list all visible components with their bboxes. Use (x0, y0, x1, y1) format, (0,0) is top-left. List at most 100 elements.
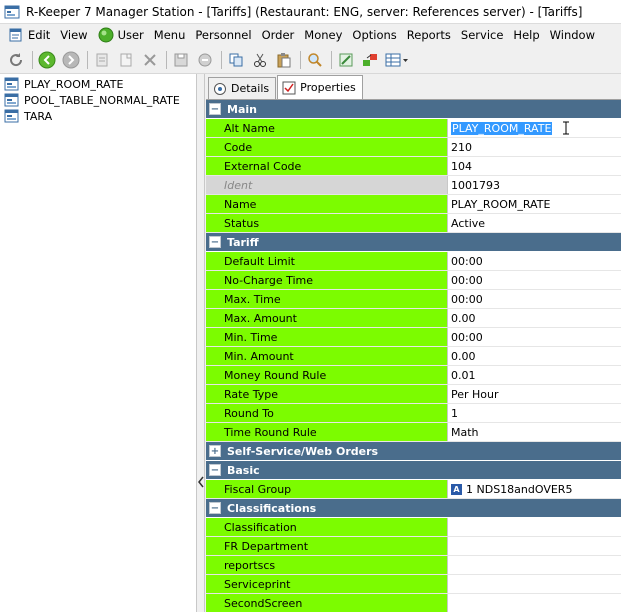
property-row-min-time[interactable]: Min. Time 00:00 (206, 328, 621, 347)
property-value[interactable]: 1 (448, 404, 621, 422)
menu-reports-label: Reports (406, 28, 451, 42)
collapse-left-icon[interactable] (198, 476, 204, 488)
section-main-header[interactable]: − Main (206, 100, 621, 119)
menu-edit[interactable]: Edit (4, 25, 56, 45)
property-row-no-charge-time[interactable]: No-Charge Time 00:00 (206, 271, 621, 290)
tab-properties[interactable]: Properties (277, 75, 363, 99)
property-row-min-amount[interactable]: Min. Amount 0.00 (206, 347, 621, 366)
export-button[interactable] (360, 50, 380, 70)
paste-button[interactable] (274, 50, 294, 70)
property-value[interactable]: 0.00 (448, 309, 621, 327)
property-label: Fiscal Group (206, 480, 448, 498)
menu-help[interactable]: Help (509, 25, 545, 45)
property-row-max-amount[interactable]: Max. Amount 0.00 (206, 309, 621, 328)
property-row-fr-department[interactable]: FR Department (206, 537, 621, 556)
tree-item-label: TARA (24, 109, 53, 123)
menu-user[interactable]: User (94, 25, 150, 45)
property-value[interactable]: Active (448, 214, 621, 232)
tree-item-tara[interactable]: TARA (0, 108, 196, 124)
grid-view-icon (385, 53, 408, 66)
toolbar-separator (331, 50, 332, 69)
property-row-secondscreen[interactable]: SecondScreen (206, 594, 621, 612)
forward-button[interactable] (61, 50, 81, 70)
text-cursor-icon (563, 121, 570, 135)
expand-icon[interactable]: + (209, 445, 221, 457)
property-row-external-code[interactable]: External Code 104 (206, 157, 621, 176)
property-label: Time Round Rule (206, 423, 448, 441)
property-value[interactable]: 00:00 (448, 252, 621, 270)
collapse-icon[interactable]: − (209, 464, 221, 476)
cut-icon (254, 53, 266, 67)
property-row-round-to[interactable]: Round To 1 (206, 404, 621, 423)
menu-order[interactable]: Order (258, 25, 301, 45)
menu-service[interactable]: Service (457, 25, 510, 45)
property-row-serviceprint[interactable]: Serviceprint (206, 575, 621, 594)
property-value[interactable] (448, 518, 621, 536)
menu-options[interactable]: Options (348, 25, 402, 45)
property-row-name[interactable]: Name PLAY_ROOM_RATE (206, 195, 621, 214)
save-button[interactable] (171, 50, 191, 70)
new-doc-button[interactable] (116, 50, 136, 70)
property-value[interactable]: 0.01 (448, 366, 621, 384)
collapse-icon[interactable]: − (209, 103, 221, 115)
property-value[interactable]: Math (448, 423, 621, 441)
property-value-field[interactable]: A 1 NDS18andOVER5 (448, 480, 621, 498)
property-value[interactable] (448, 575, 621, 593)
cancel-button[interactable] (195, 50, 215, 70)
panel-splitter[interactable] (197, 74, 205, 612)
tab-details[interactable]: Details (208, 77, 277, 99)
section-basic-header[interactable]: − Basic (206, 461, 621, 480)
tab-details-label: Details (231, 82, 270, 95)
section-self-service-header[interactable]: + Self-Service/Web Orders (206, 442, 621, 461)
property-row-reportscs[interactable]: reportscs (206, 556, 621, 575)
menu-menu[interactable]: Menu (150, 25, 192, 45)
property-value[interactable]: 00:00 (448, 271, 621, 289)
tools-button[interactable] (336, 50, 356, 70)
property-label: Round To (206, 404, 448, 422)
menu-personnel[interactable]: Personnel (191, 25, 257, 45)
property-row-default-limit[interactable]: Default Limit 00:00 (206, 252, 621, 271)
cut-button[interactable] (250, 50, 270, 70)
property-row-time-round-rule[interactable]: Time Round Rule Math (206, 423, 621, 442)
property-value[interactable]: 00:00 (448, 290, 621, 308)
property-value[interactable]: Per Hour (448, 385, 621, 403)
menu-window[interactable]: Window (546, 25, 601, 45)
property-row-alt-name[interactable]: Alt Name PLAY_ROOM_RATE (206, 119, 621, 138)
search-button[interactable] (305, 50, 325, 70)
property-value[interactable] (448, 556, 621, 574)
property-row-code[interactable]: Code 210 (206, 138, 621, 157)
menu-view[interactable]: View (56, 25, 93, 45)
property-value[interactable]: 210 (448, 138, 621, 156)
section-tariff-header[interactable]: − Tariff (206, 233, 621, 252)
property-value[interactable] (448, 594, 621, 612)
property-value[interactable]: 0.00 (448, 347, 621, 365)
back-button[interactable] (37, 50, 57, 70)
collapse-icon[interactable]: − (209, 236, 221, 248)
refresh-button[interactable] (6, 50, 26, 70)
property-value[interactable] (448, 537, 621, 555)
property-value[interactable]: 104 (448, 157, 621, 175)
tree-item-pool-table-normal-rate[interactable]: POOL_TABLE_NORMAL_RATE (0, 92, 196, 108)
collapse-icon[interactable]: − (209, 502, 221, 514)
property-value: 1001793 (448, 176, 621, 194)
tree-item-play-room-rate[interactable]: PLAY_ROOM_RATE (0, 76, 196, 92)
property-row-fiscal-group[interactable]: Fiscal Group A 1 NDS18andOVER5 (206, 480, 621, 499)
property-value[interactable]: PLAY_ROOM_RATE (448, 195, 621, 213)
copy-button[interactable] (226, 50, 246, 70)
property-row-classification[interactable]: Classification (206, 518, 621, 537)
property-row-status[interactable]: Status Active (206, 214, 621, 233)
property-row-money-round-rule[interactable]: Money Round Rule 0.01 (206, 366, 621, 385)
print-button[interactable] (92, 50, 112, 70)
property-value[interactable]: 00:00 (448, 328, 621, 346)
search-icon (308, 52, 322, 67)
property-row-rate-type[interactable]: Rate Type Per Hour (206, 385, 621, 404)
section-classifications-header[interactable]: − Classifications (206, 499, 621, 518)
alt-name-input[interactable]: PLAY_ROOM_RATE (451, 121, 553, 135)
menu-money[interactable]: Money (300, 25, 348, 45)
menu-reports[interactable]: Reports (403, 25, 457, 45)
menu-edit-label: Edit (28, 28, 51, 42)
delete-button[interactable] (140, 50, 160, 70)
property-row-max-time[interactable]: Max. Time 00:00 (206, 290, 621, 309)
grid-view-button[interactable] (384, 50, 410, 70)
property-value-field[interactable]: PLAY_ROOM_RATE (448, 119, 621, 137)
